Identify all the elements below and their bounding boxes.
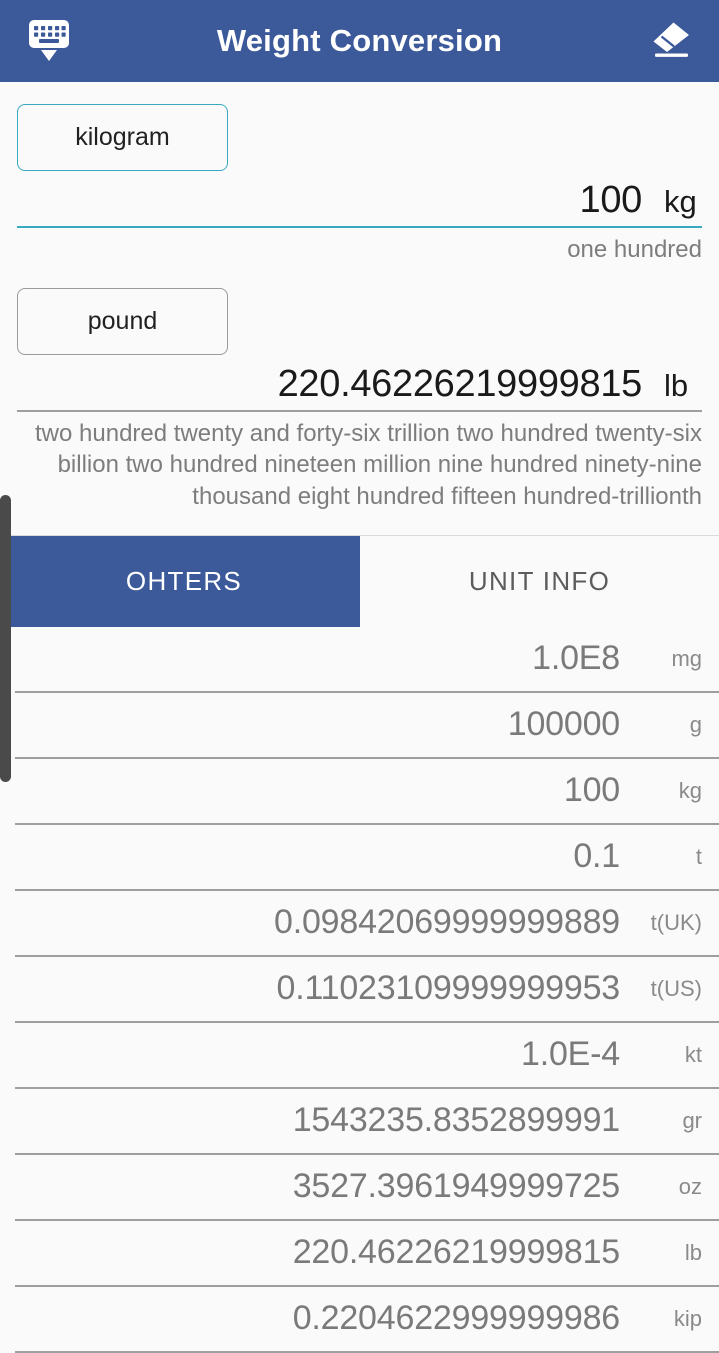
list-item-value: 0.09842069999999889 (273, 903, 620, 942)
page-title: Weight Conversion (216, 23, 503, 58)
list-item-value: 220.46226219999815 (292, 1233, 621, 1272)
list-item-value: 0.11023109999999953 (276, 969, 621, 1008)
list-item[interactable]: 100000 g (15, 693, 719, 759)
list-item-unit: t(US) (650, 975, 702, 1001)
eraser-icon (653, 22, 689, 57)
list-item[interactable]: 100 kg (15, 759, 719, 825)
list-item[interactable]: 3527.3961949999725 oz (15, 1155, 719, 1221)
target-unit-button[interactable]: pound (17, 287, 228, 355)
list-item-unit: kip (673, 1305, 702, 1331)
scroll-drag-handle[interactable] (0, 495, 11, 782)
list-item-unit: t(UK) (650, 909, 702, 935)
source-unit-symbol: kg (664, 184, 697, 219)
list-item[interactable]: 1.0E8 mg (15, 627, 719, 693)
source-unit-button-label: kilogram (75, 123, 170, 151)
keyboard-hide-button[interactable] (18, 10, 80, 72)
target-spelled-out: two hundred twenty and forty-six trillio… (35, 419, 702, 511)
source-unit-button[interactable]: kilogram (17, 104, 228, 171)
source-value-input[interactable]: 100 (579, 179, 642, 222)
list-item-unit: kt (684, 1041, 702, 1067)
list-item[interactable]: 1.0E-4 kt (15, 1023, 719, 1089)
list-item-unit: mg (671, 645, 702, 671)
list-item-unit: g (689, 711, 702, 737)
source-value-row[interactable]: 100 kg (0, 171, 719, 226)
list-item[interactable]: 0.2204622999999986 kip (15, 1287, 719, 1353)
list-item-value: 1.0E8 (532, 639, 620, 678)
list-item[interactable]: 220.46226219999815 lb (15, 1221, 719, 1287)
list-item-unit: gr (682, 1107, 702, 1133)
converter-panel: kilogram 100 kg one hundred pound 220.46… (0, 104, 719, 513)
target-value-input[interactable]: 220.46226219999815 (278, 363, 643, 406)
list-item-unit: oz (678, 1173, 702, 1199)
unit-conversion-list: 1.0E8 mg 100000 g 100 kg 0.1 t 0.0984206… (0, 626, 719, 1353)
list-item-value: 100000 (507, 705, 620, 744)
clear-button[interactable] (639, 10, 701, 72)
target-unit-symbol: lb (664, 367, 689, 403)
list-item[interactable]: 0.11023109999999953 t(US) (15, 957, 719, 1023)
list-item[interactable]: 0.09842069999999889 t(UK) (15, 891, 719, 957)
list-item-value: 1.0E-4 (521, 1035, 620, 1074)
list-item-value: 0.1 (573, 837, 620, 876)
target-value-row[interactable]: 220.46226219999815 lb (0, 355, 719, 410)
tab-unit-info[interactable]: UNIT INFO (360, 536, 719, 627)
list-item-unit: kg (678, 777, 702, 803)
target-unit-button-label: pound (87, 306, 158, 335)
list-item[interactable]: 1543235.8352899991 gr (15, 1089, 719, 1155)
tab-ohters-label: OHTERS (125, 565, 243, 596)
list-item-value: 0.2204622999999986 (292, 1299, 621, 1338)
source-spelled-out: one hundred (567, 236, 702, 263)
keyboard-hide-icon (29, 20, 69, 61)
list-item-unit: t (695, 843, 702, 869)
list-item-value: 100 (563, 771, 620, 810)
tab-ohters[interactable]: OHTERS (8, 535, 360, 627)
app-bar: Weight Conversion (0, 0, 719, 82)
list-item[interactable]: 0.1 t (15, 825, 719, 891)
list-item-value: 1543235.8352899991 (292, 1101, 621, 1140)
tab-bar: OHTERS UNIT INFO (0, 534, 719, 627)
list-item-value: 3527.3961949999725 (292, 1167, 621, 1206)
list-item-unit: lb (684, 1239, 702, 1265)
tab-unit-info-label: UNIT INFO (468, 565, 611, 596)
